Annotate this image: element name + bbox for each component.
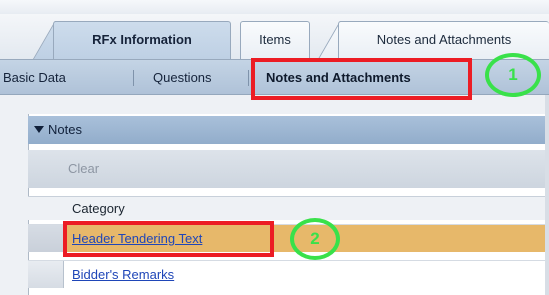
step-marker-2: 2 — [290, 218, 340, 260]
bidders-remarks-link[interactable]: Bidder's Remarks — [72, 261, 174, 288]
highlight-box-notes-subtab — [251, 58, 472, 100]
subtab-divider — [248, 70, 249, 86]
tab-strip: RFx Information Items Notes and Attachme… — [0, 14, 549, 59]
notes-table-header: Category — [28, 196, 549, 220]
notes-panel-header[interactable]: Notes — [28, 116, 549, 144]
subtab-basic-data[interactable]: Basic Data — [3, 60, 66, 95]
row-selector[interactable] — [28, 261, 64, 288]
tab-items-label: Items — [259, 32, 291, 47]
row-selector[interactable] — [28, 225, 64, 252]
step-number-1: 1 — [508, 65, 518, 84]
scrollbar-edge[interactable] — [545, 95, 549, 295]
collapse-triangle-icon[interactable] — [34, 126, 44, 133]
top-strip — [0, 0, 549, 14]
notes-panel-title: Notes — [48, 122, 82, 137]
highlight-box-header-tendering-text — [63, 221, 274, 257]
step-marker-1: 1 — [485, 53, 541, 97]
subtab-divider — [133, 70, 134, 86]
tab-rfx-information[interactable]: RFx Information — [53, 21, 231, 59]
tab-rfx-information-label: RFx Information — [92, 32, 192, 47]
clear-button[interactable]: Clear — [68, 161, 99, 176]
subtab-questions[interactable]: Questions — [153, 60, 212, 95]
tab-items[interactable]: Items — [240, 21, 310, 59]
tab-notes-and-attachments-label: Notes and Attachments — [376, 32, 512, 47]
table-row[interactable]: Bidder's Remarks — [28, 260, 549, 288]
column-header-category: Category — [72, 201, 125, 216]
step-number-2: 2 — [310, 229, 320, 248]
notes-toolbar: Clear — [28, 150, 549, 188]
